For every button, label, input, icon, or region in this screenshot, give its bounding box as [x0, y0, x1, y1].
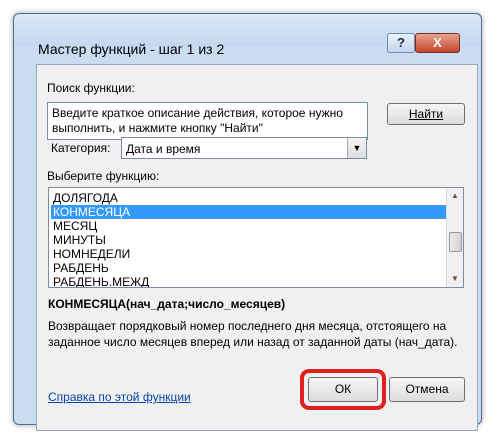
- scroll-up-icon[interactable]: ▲: [447, 188, 463, 204]
- list-item[interactable]: МИНУТЫ: [51, 233, 449, 247]
- list-item[interactable]: НОМНЕДЕЛИ: [51, 247, 449, 261]
- search-input[interactable]: Введите краткое описание действия, котор…: [47, 102, 368, 140]
- ok-button[interactable]: ОК: [308, 377, 378, 402]
- list-item[interactable]: РАБДЕНЬ.МЕЖД: [51, 275, 449, 287]
- cancel-button[interactable]: Отмена: [389, 377, 465, 402]
- scroll-thumb[interactable]: [449, 232, 462, 252]
- scroll-down-icon[interactable]: ▼: [447, 271, 463, 287]
- category-select[interactable]: Дата и время ▼: [121, 137, 367, 159]
- find-button[interactable]: Найти: [387, 103, 465, 125]
- help-icon[interactable]: ?: [387, 33, 415, 53]
- list-item[interactable]: МЕСЯЦ: [51, 219, 449, 233]
- function-description: Возвращает порядковый номер последнего д…: [48, 319, 458, 349]
- list-item[interactable]: ДОЛЯГОДА: [51, 191, 449, 205]
- list-item[interactable]: РАБДЕНЬ: [51, 261, 449, 275]
- function-wizard-dialog: Мастер функций - шаг 1 из 2 ? X Поиск фу…: [13, 13, 482, 431]
- category-selected-value: Дата и время: [126, 142, 201, 156]
- list-scrollbar[interactable]: ▲ ▼: [446, 188, 463, 287]
- chevron-down-icon[interactable]: ▼: [347, 138, 366, 158]
- dialog-body: Поиск функции: Введите краткое описание …: [36, 64, 478, 431]
- find-button-label: Найти: [408, 107, 444, 121]
- function-list[interactable]: ДОЛЯГОДА КОНМЕСЯЦА МЕСЯЦ МИНУТЫ НОМНЕДЕЛ…: [48, 187, 464, 288]
- search-label: Поиск функции:: [47, 81, 135, 95]
- function-list-label: Выберите функцию:: [47, 169, 160, 183]
- dialog-title: Мастер функций - шаг 1 из 2: [38, 41, 225, 57]
- list-item-selected[interactable]: КОНМЕСЯЦА: [51, 205, 449, 219]
- function-signature: КОНМЕСЯЦА(нач_дата;число_месяцев): [48, 297, 286, 311]
- help-link[interactable]: Справка по этой функции: [48, 390, 191, 404]
- category-label: Категория:: [51, 141, 111, 155]
- close-icon[interactable]: X: [415, 33, 460, 53]
